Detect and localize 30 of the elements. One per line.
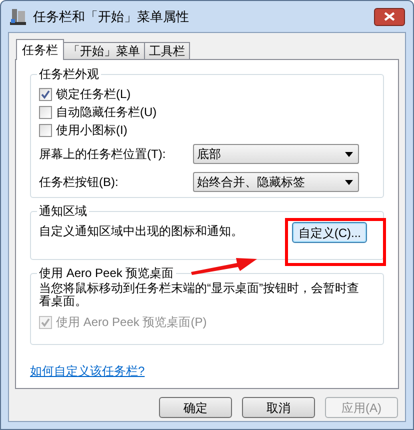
checkbox-label: 使用小图标(I) [56, 123, 128, 138]
app-icon [9, 8, 27, 26]
checkbox-label: 使用 Aero Peek 预览桌面(P) [56, 315, 207, 330]
dropdown-label: 屏幕上的任务栏位置(T): [39, 146, 167, 162]
checkbox[interactable] [39, 88, 52, 101]
close-button[interactable] [374, 8, 405, 26]
tab[interactable]: 「开始」菜单 [64, 42, 145, 59]
description-text: 当您将鼠标移动到任务栏末端的“显示桌面”按钮时，会暂时查看桌面。 [39, 282, 360, 308]
dropdown[interactable]: 底部 [193, 144, 359, 164]
tab[interactable]: 工具栏 [145, 42, 190, 59]
dropdown[interactable]: 始终合并、隐藏标签 [193, 172, 359, 192]
help-link[interactable]: 如何自定义该任务栏? [30, 362, 145, 380]
close-icon [384, 12, 395, 21]
checkbox-label: 自动隐藏任务栏(U) [56, 105, 157, 120]
checkbox-label: 锁定任务栏(L) [56, 87, 131, 102]
checkbox[interactable] [39, 106, 52, 119]
dialog-button[interactable]: 取消 [242, 397, 315, 418]
dialog-button[interactable]: 确定 [159, 397, 232, 418]
customize-button[interactable]: 自定义(C)... [292, 222, 367, 243]
dropdown-label: 任务栏按钮(B): [39, 174, 120, 190]
pointer-arrow [191, 255, 257, 275]
group-title: 任务栏外观 [37, 67, 101, 82]
window-title: 任务栏和「开始」菜单属性 [33, 8, 189, 26]
checkbox[interactable] [39, 124, 52, 137]
group-title: 通知区域 [37, 204, 89, 219]
dropdown-arrow-icon [345, 180, 353, 184]
group-title: 使用 Aero Peek 预览桌面 [37, 266, 176, 281]
dropdown-arrow-icon [345, 152, 353, 156]
description-text: 自定义通知区域中出现的图标和通知。 [39, 224, 243, 239]
tab[interactable]: 任务栏 [16, 39, 64, 60]
